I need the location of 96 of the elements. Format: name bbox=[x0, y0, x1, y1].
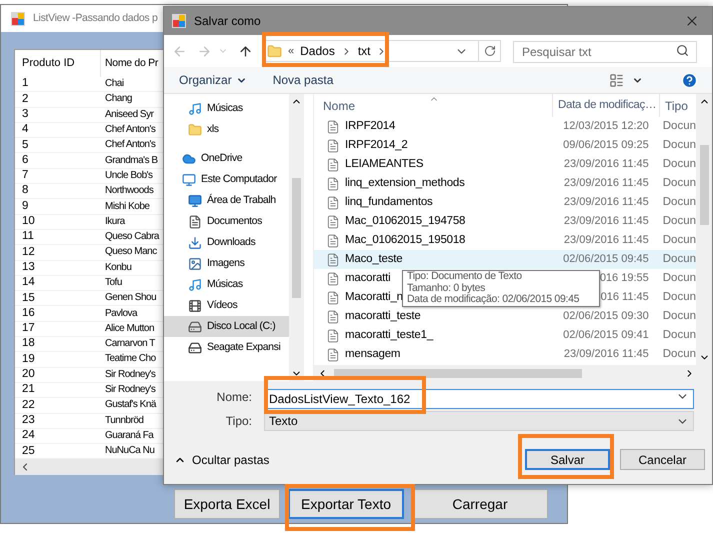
table-cell-text: Ikura bbox=[104, 216, 125, 227]
file-name: Maco_teste bbox=[345, 252, 402, 267]
file-type: Docun bbox=[662, 252, 696, 267]
file-name: Macoratti_n bbox=[345, 290, 403, 305]
table-cell-text: 6 bbox=[21, 154, 30, 166]
table-cell-text: Sir Rodney's bbox=[104, 385, 156, 396]
table-cell-text: Northwoods bbox=[104, 186, 154, 196]
file-date: 016 11:45 bbox=[600, 290, 649, 306]
table-cell-text: 19 bbox=[21, 354, 36, 366]
file-date: 23/09/2016 11:45 bbox=[564, 233, 649, 248]
table-cell-text: Teatime Cho bbox=[104, 354, 156, 364]
file-date: 09/06/2015 09:25 bbox=[563, 138, 649, 154]
file-type: Docun bbox=[662, 270, 696, 286]
table-cell-text: Carnarvon T bbox=[104, 339, 155, 350]
file-type: Docun bbox=[662, 308, 696, 324]
file-date: 02/06/2015 09:30 bbox=[563, 309, 649, 324]
table-cell-text: 11 bbox=[21, 231, 35, 243]
table-cell-text: 20 bbox=[21, 369, 36, 381]
file-name: IRPF2014 bbox=[345, 118, 396, 134]
table-cell-text: 8 bbox=[21, 185, 30, 197]
table-cell-text: 15 bbox=[21, 292, 36, 304]
table-cell-text: 21 bbox=[21, 384, 36, 396]
file-type: Docun bbox=[662, 328, 696, 343]
field-label: Nome: bbox=[216, 389, 253, 406]
file-name: LEIAMEANTES bbox=[345, 156, 424, 172]
table-cell-text: Queso Cabra bbox=[104, 232, 159, 242]
table-cell-text: 7 bbox=[21, 170, 30, 182]
tooltip-line: Tipo: Documento de Texto bbox=[407, 271, 523, 283]
table-cell-text: Chef Anton's bbox=[104, 125, 156, 136]
file-type: Docun bbox=[662, 176, 696, 191]
table-cell-text: Gustaf's Knä bbox=[104, 400, 156, 410]
file-date: 016 19:55 bbox=[600, 271, 649, 286]
table-cell-text: Chang bbox=[104, 94, 132, 104]
file-date: 02/06/2015 09:45 bbox=[563, 252, 649, 268]
file-date: 23/09/2016 11:45 bbox=[564, 176, 649, 192]
file-type: Docun bbox=[662, 290, 696, 305]
file-date: 02/06/2015 09:41 bbox=[563, 328, 649, 344]
table-cell-text: Tunnbröd bbox=[104, 416, 144, 426]
file-type: Docun bbox=[662, 346, 696, 362]
table-cell-text: Guaraná Fa bbox=[104, 430, 154, 441]
table-cell-text: Mishi Kobe bbox=[104, 202, 150, 212]
table-cell-text: Uncle Bob's bbox=[104, 170, 153, 181]
file-type: Docun bbox=[662, 214, 696, 229]
file-name: mensagem bbox=[345, 346, 400, 362]
table-cell-text: Pavlova bbox=[104, 308, 138, 319]
file-name: IRPF2014_2 bbox=[345, 138, 408, 153]
table-cell-text: 14 bbox=[21, 277, 36, 289]
tooltip-line: Data de modificação: 02/06/2015 09:45 bbox=[407, 294, 580, 306]
table-cell-text: Tofu bbox=[104, 278, 122, 288]
file-type: Docun bbox=[662, 156, 696, 172]
table-cell-text: 4 bbox=[21, 124, 30, 136]
table-cell-text: 17 bbox=[21, 323, 36, 335]
file-name: macoratti_teste bbox=[345, 308, 421, 324]
table-cell-text: 22 bbox=[21, 400, 36, 412]
table-cell-text: 24 bbox=[21, 430, 36, 442]
file-date: 23/09/2016 11:45 bbox=[564, 195, 649, 210]
table-cell-text: Sir Rodney's bbox=[104, 370, 156, 380]
file-date: 12/03/2015 12:20 bbox=[563, 119, 649, 134]
file-type: Docun bbox=[662, 194, 696, 210]
table-cell-text: Grandma's B bbox=[104, 156, 158, 166]
table-cell-text: Konbu bbox=[104, 262, 132, 273]
file-name: Mac_01062015_195018 bbox=[345, 232, 466, 248]
table-cell-text: 18 bbox=[21, 338, 36, 350]
file-date: 23/09/2016 11:45 bbox=[564, 347, 649, 362]
table-cell-text: 12 bbox=[21, 246, 36, 258]
file-date: 23/09/2016 11:45 bbox=[564, 157, 649, 172]
table-cell-text: Alice Mutton bbox=[104, 324, 154, 334]
table-cell-text: Queso Manc bbox=[104, 247, 157, 258]
table-cell-text: 23 bbox=[21, 414, 36, 426]
table-cell-text: 13 bbox=[21, 262, 36, 274]
window-title: ListView -Passando dados p bbox=[33, 10, 158, 26]
table-cell-text: 9 bbox=[21, 200, 30, 212]
dialog-title: Salvar como bbox=[194, 13, 261, 30]
file-type: Docun bbox=[662, 232, 696, 248]
table-cell-text: 5 bbox=[21, 140, 30, 152]
file-name: macoratti_teste1_ bbox=[345, 328, 434, 343]
table-cell-text: Aniseed Syr bbox=[104, 110, 154, 120]
file-name: Mac_01062015_194758 bbox=[345, 214, 466, 229]
table-cell-text: 16 bbox=[21, 308, 36, 320]
table-cell-text: Genen Shou bbox=[104, 293, 156, 304]
table-cell-text: 1 bbox=[21, 78, 30, 90]
file-name: macoratti bbox=[345, 270, 390, 286]
field-label: Tipo: bbox=[224, 413, 253, 430]
table-cell-text: 2 bbox=[21, 94, 30, 106]
table-cell-text: Chef Anton's bbox=[104, 140, 156, 150]
file-type: Docun bbox=[662, 118, 696, 134]
table-cell-text: 10 bbox=[21, 216, 36, 228]
tooltip-line: Tamanho: 0 bytes bbox=[407, 282, 486, 294]
table-cell-text: NuNuCa Nu bbox=[104, 446, 154, 456]
table-cell-text: 25 bbox=[21, 446, 36, 458]
file-name: linq_extension_methods bbox=[345, 176, 465, 191]
file-name: linq_fundamentos bbox=[345, 194, 433, 210]
file-type: Docun bbox=[662, 138, 696, 153]
table-cell-text: Chai bbox=[104, 79, 124, 90]
table-cell-text: 3 bbox=[21, 108, 30, 120]
file-date: 23/09/2016 11:45 bbox=[564, 214, 649, 230]
